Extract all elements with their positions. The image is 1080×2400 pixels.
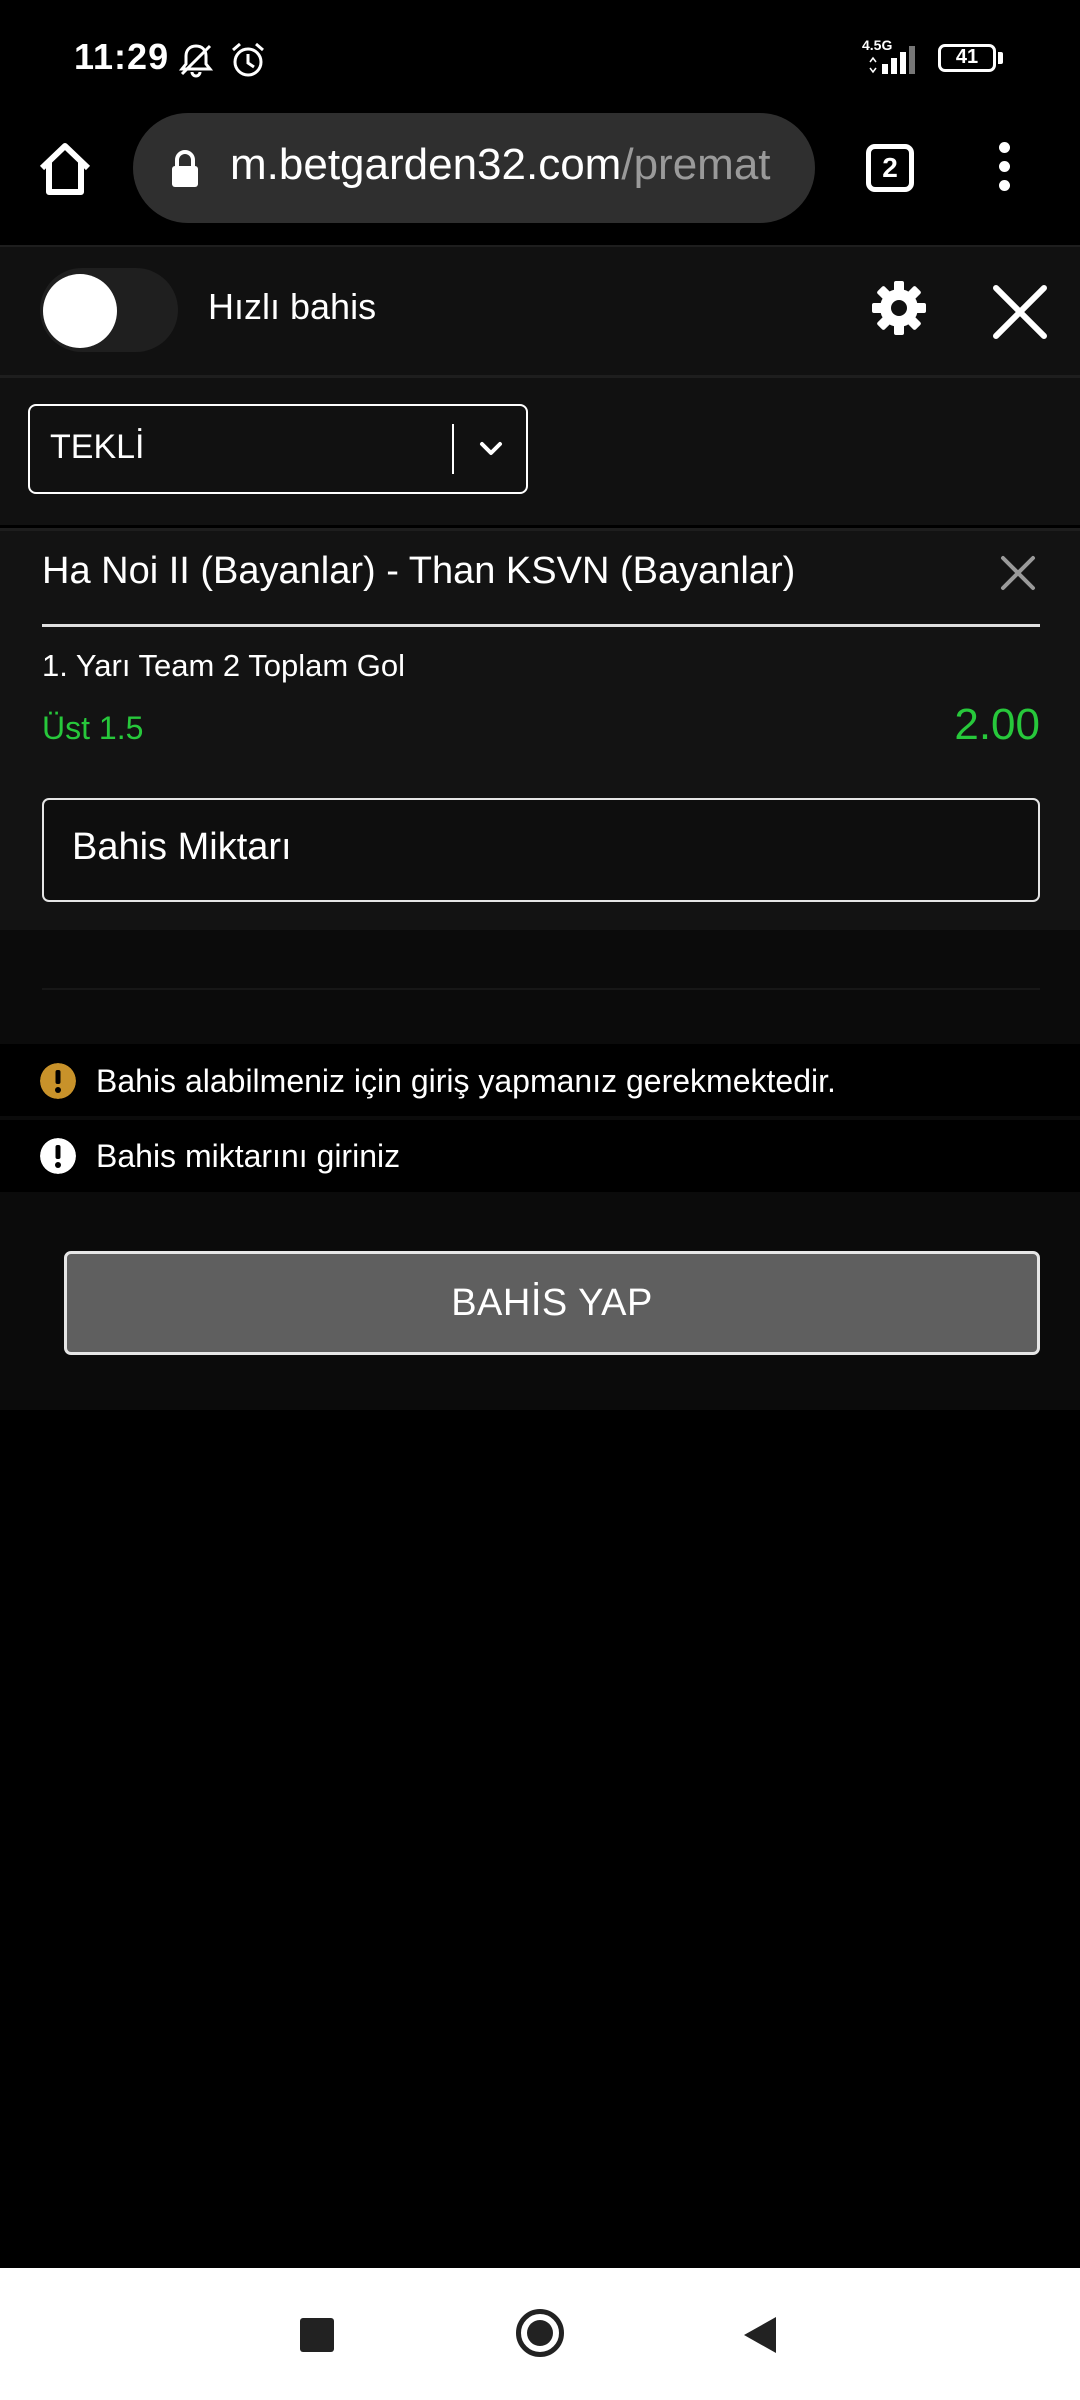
stake-warning-text: Bahis miktarını giriniz [96, 1138, 401, 1174]
selection-name: Üst 1.5 [42, 710, 144, 746]
url-text[interactable]: m.betgarden32.com/premat [230, 140, 795, 200]
login-warning-text: Bahis alabilmeniz için giriş yapmanız ge… [96, 1063, 836, 1099]
tab-switcher-button[interactable]: 2 [866, 144, 914, 192]
muted-bell-icon [178, 44, 214, 78]
stake-placeholder[interactable]: Bahis Miktarı [72, 826, 292, 869]
market-name: 1. Yarı Team 2 Toplam Gol [42, 648, 406, 683]
gear-icon[interactable] [869, 278, 929, 338]
select-divider [452, 424, 454, 474]
alarm-icon [232, 42, 264, 77]
bet-type-value: TEKLİ [50, 428, 145, 466]
recents-icon[interactable] [300, 2318, 334, 2352]
quick-bet-label: Hızlı bahis [208, 286, 377, 327]
close-icon[interactable] [988, 280, 1052, 344]
warning-icon [40, 1063, 76, 1099]
chevron-down-icon[interactable] [475, 432, 507, 464]
signal-icon [869, 46, 915, 74]
divider [42, 624, 1040, 627]
home-nav-dot [527, 2320, 553, 2346]
battery-level: 41 [955, 46, 979, 68]
status-time: 11:29 [74, 36, 170, 77]
toggle-knob[interactable] [43, 274, 117, 348]
back-icon[interactable] [742, 2315, 778, 2355]
match-name: Ha Noi II (Bayanlar) - Than KSVN (Bayanl… [42, 550, 796, 592]
alert-icon [40, 1138, 76, 1174]
url-path: /premat [621, 140, 771, 189]
home-icon[interactable] [34, 138, 96, 200]
divider [42, 988, 1040, 990]
browser-menu-icon[interactable] [994, 142, 1014, 198]
lock-icon [172, 150, 198, 187]
battery-nub [998, 52, 1003, 64]
odds-value: 2.00 [954, 700, 1040, 749]
url-host: m.betgarden32.com [230, 140, 622, 189]
remove-bet-icon[interactable] [998, 553, 1038, 593]
place-bet-button[interactable]: BAHİS YAP [64, 1251, 1040, 1355]
